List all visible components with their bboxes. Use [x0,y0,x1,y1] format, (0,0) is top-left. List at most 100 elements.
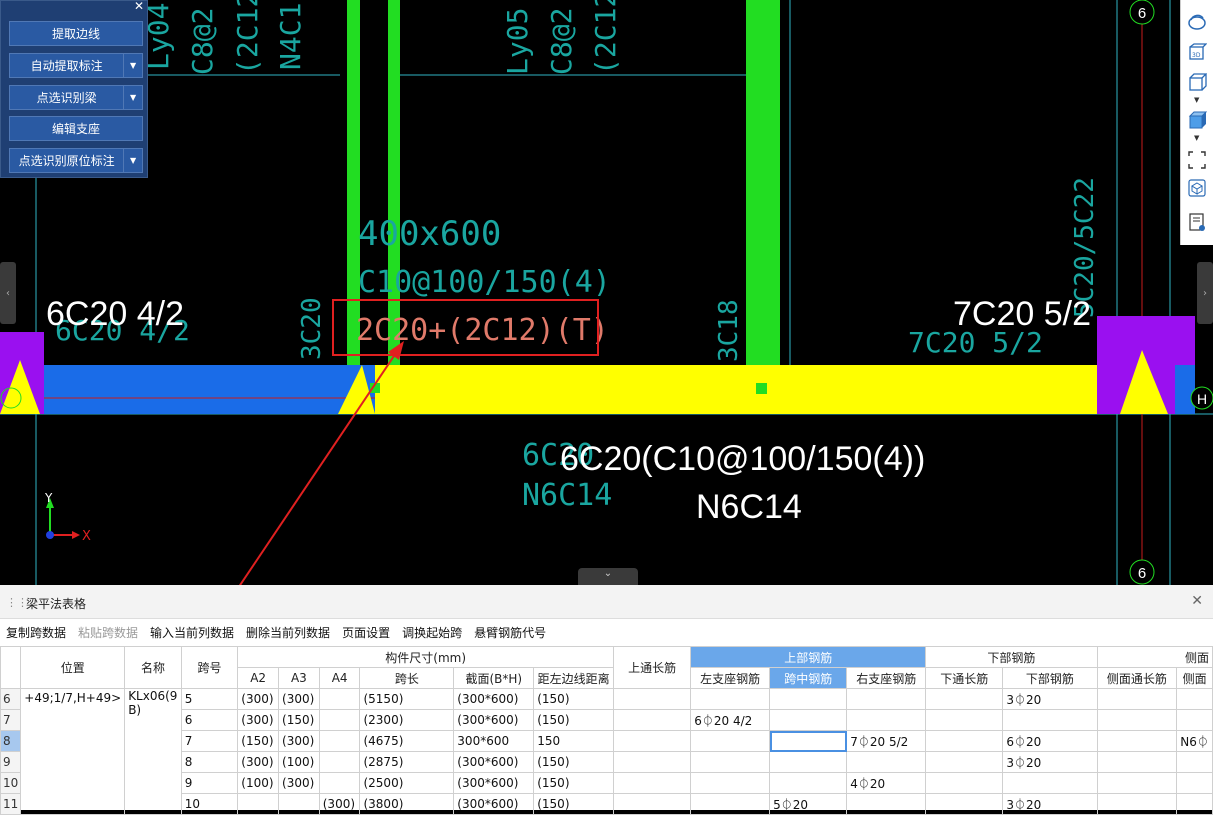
cell-right[interactable] [846,751,927,773]
table-row[interactable]: 9 8 (300) (100) (2875) (300*600) (150) 3⏀20 [0,751,1213,773]
drag-grip-icon[interactable]: ⋮⋮ [6,596,28,609]
cell-side[interactable] [1176,793,1213,815]
extract-edge-button[interactable]: 提取边线 [9,21,143,46]
caret-down-icon[interactable]: ▼ [123,54,142,77]
cell-right[interactable]: 7⏀20 5/2 [846,730,927,752]
tool-panel-titlebar[interactable]: ✕ [1,0,147,15]
cell-mid[interactable]: 5⏀20 [769,793,848,815]
cell-botlong[interactable] [925,772,1004,794]
cell-side[interactable] [1176,709,1213,731]
cell-a2[interactable]: (300) [237,751,280,773]
cell-a2[interactable]: (150) [237,730,280,752]
cell-left[interactable] [690,751,771,773]
cell-botlong[interactable] [925,751,1004,773]
cell-len[interactable]: (2500) [359,772,455,794]
cell-mid[interactable] [769,730,848,752]
cell-sidelong[interactable] [1096,688,1178,710]
solid-cube-icon[interactable] [1187,110,1207,130]
cell-sect[interactable]: (300*600) [453,772,535,794]
cell-sect[interactable]: (300*600) [453,751,535,773]
cell-sect[interactable]: (300*600) [453,793,535,815]
cell-bot[interactable]: 3⏀20 [1002,751,1098,773]
cell-span[interactable]: 6 [180,709,239,731]
cell-toplong[interactable] [613,730,692,752]
page-setup-button[interactable]: 页面设置 [342,624,390,641]
document-settings-icon[interactable] [1187,212,1207,232]
cell-mid[interactable] [769,709,848,731]
cell-botlong[interactable] [925,688,1004,710]
cell-right[interactable]: 4⏀20 [846,772,927,794]
caret-down-icon[interactable]: ▼ [1194,134,1199,142]
row-number[interactable]: 10 [0,772,22,794]
caret-down-icon[interactable]: ▼ [1194,96,1199,104]
row-number[interactable]: 9 [0,751,22,773]
fit-view-icon[interactable] [1187,150,1207,170]
cell-sidelong[interactable] [1096,793,1178,815]
table-row[interactable]: 6 +49;1/7,H+49> KLx06(9B) 5 (300) (300) (5150)… [0,688,1213,815]
cell-botlong[interactable] [925,730,1004,752]
cell-span[interactable]: 10 [180,793,239,815]
cell-a3[interactable]: (150) [278,709,320,731]
cell-sidelong[interactable] [1096,709,1178,731]
cell-toplong[interactable] [613,688,692,710]
copy-span-data-button[interactable]: 复制跨数据 [6,624,66,641]
cell-a2[interactable] [237,793,280,815]
cell-right[interactable] [846,709,927,731]
table-row[interactable]: 8 7 (150) (300) (4675) 300*600 150 7⏀20 5/2 6⏀20… [0,730,1213,752]
cell-right[interactable] [846,793,927,815]
cell-a3[interactable] [278,793,320,815]
cell-botlong[interactable] [925,709,1004,731]
cell-a2[interactable]: (300) [237,709,280,731]
cell-a3[interactable]: (100) [278,751,320,773]
table-row[interactable]: 10 9 (100) (300) (2500) (300*600) (150) 4⏀20 [0,772,1213,794]
cell-a4[interactable] [318,751,361,773]
cell-dist[interactable]: 150 [533,730,615,752]
cell-left[interactable] [690,772,771,794]
cell-left[interactable]: 6⏀20 4/2 [690,709,771,731]
cell-toplong[interactable] [613,751,692,773]
cantilever-code-button[interactable]: 悬臂钢筋代号 [474,624,546,641]
delete-column-data-button[interactable]: 删除当前列数据 [246,624,330,641]
cell-right[interactable] [846,688,927,710]
cell-a3[interactable]: (300) [278,730,320,752]
cube-view-icon[interactable] [1187,72,1207,92]
cell-toplong[interactable] [613,709,692,731]
input-column-data-button[interactable]: 输入当前列数据 [150,624,234,641]
cell-dist[interactable]: (150) [533,688,615,710]
cell-sect[interactable]: (300*600) [453,709,535,731]
paste-span-data-button[interactable]: 粘贴跨数据 [78,624,138,641]
cell-len[interactable]: (2300) [359,709,455,731]
cell-a2[interactable]: (300) [237,688,280,710]
cell-len[interactable]: (4675) [359,730,455,752]
cell-bot[interactable]: 3⏀20 [1002,688,1098,710]
cell-dist[interactable]: (150) [533,751,615,773]
cell-sect[interactable]: (300*600) [453,688,535,710]
table-row[interactable]: 7 6 (300) (150) (2300) (300*600) (150) 6⏀20 4/2 [0,709,1213,731]
caret-down-icon[interactable]: ▼ [123,149,142,172]
cell-sect[interactable]: 300*600 [453,730,535,752]
cell-dist[interactable]: (150) [533,709,615,731]
cell-span[interactable]: 8 [180,751,239,773]
cell-bot[interactable] [1002,772,1098,794]
cell-dist[interactable]: (150) [533,772,615,794]
cell-len[interactable]: (5150) [359,688,455,710]
row-number[interactable]: 7 [0,709,22,731]
row-number[interactable]: 8 [0,730,22,752]
row-number[interactable]: 6 [0,688,22,710]
cell-a2[interactable]: (100) [237,772,280,794]
cell-sidelong[interactable] [1096,751,1178,773]
cell-toplong[interactable] [613,772,692,794]
cell-sidelong[interactable] [1096,730,1178,752]
auto-extract-annotation-button[interactable]: 自动提取标注 ▼ [9,53,143,78]
cell-a4[interactable] [318,772,361,794]
cell-span[interactable]: 7 [180,730,239,752]
cell-a4[interactable] [318,688,361,710]
cell-toplong[interactable] [613,793,692,815]
position-cell[interactable]: +49;1/7,H+49> [20,688,126,815]
component-view-icon[interactable] [1187,178,1207,198]
cell-dist[interactable]: (150) [533,793,615,815]
pick-identify-inplace-button[interactable]: 点选识别原位标注 ▼ [9,148,143,173]
cell-left[interactable] [690,730,771,752]
cell-mid[interactable] [769,751,848,773]
cell-bot[interactable]: 6⏀20 [1002,730,1098,752]
